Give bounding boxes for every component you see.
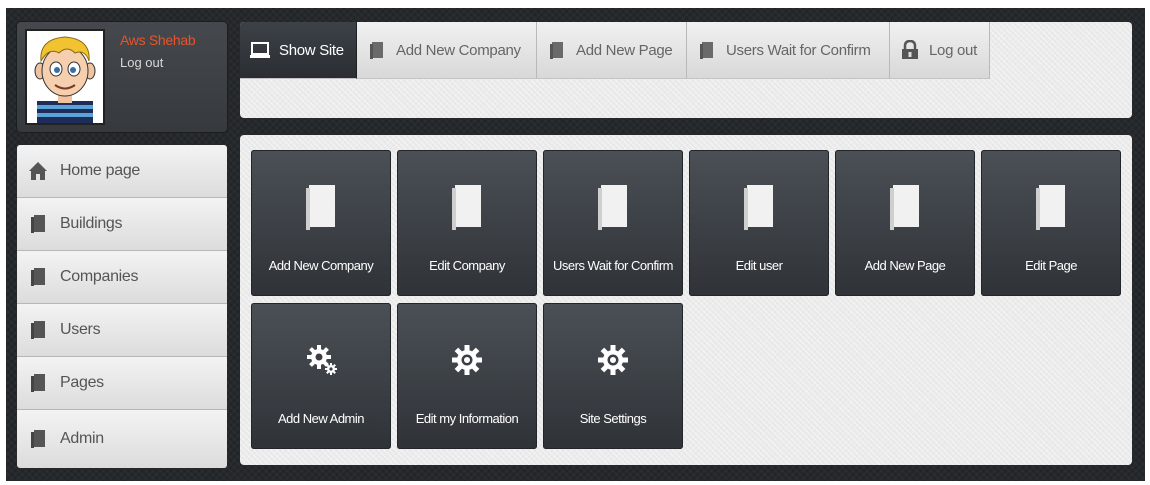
document-icon (890, 185, 919, 230)
document-icon (452, 185, 481, 230)
tab-log-out[interactable]: Log out (890, 22, 990, 79)
profile-logout-link[interactable]: Log out (120, 55, 163, 70)
document-icon (1036, 185, 1065, 230)
sidebar-item-companies[interactable]: Companies (17, 251, 227, 304)
tab-label: Add New Page (576, 41, 673, 59)
document-icon (31, 321, 45, 339)
tile-label: Edit user (735, 258, 783, 273)
document-icon (306, 185, 335, 230)
document-icon (370, 42, 383, 59)
sidebar-item-home-page[interactable]: Home page (17, 145, 227, 198)
user-name-link[interactable]: Aws Shehab (120, 32, 196, 48)
dashboard-panel: Add New Company Edit Company Users Wait … (240, 135, 1132, 465)
tile-users-wait-for-confirm[interactable]: Users Wait for Confirm (543, 150, 683, 296)
tile-edit-page[interactable]: Edit Page (981, 150, 1121, 296)
sidebar-item-buildings[interactable]: Buildings (17, 198, 227, 251)
tile-add-new-company[interactable]: Add New Company (251, 150, 391, 296)
sidebar-item-label: Users (60, 321, 101, 338)
tile-site-settings[interactable]: Site Settings (543, 303, 683, 449)
tile-label: Add New Page (864, 258, 946, 273)
lock-icon (902, 40, 918, 59)
document-icon (31, 430, 45, 448)
tile-edit-user[interactable]: Edit user (689, 150, 829, 296)
tile-label: Add New Company (268, 258, 374, 273)
tab-add-new-company[interactable]: Add New Company (357, 22, 537, 79)
sidebar-item-label: Pages (60, 374, 104, 391)
document-icon (700, 42, 713, 59)
gear-icon (452, 345, 482, 375)
sidebar-item-label: Buildings (60, 215, 123, 232)
gears-icon (307, 345, 337, 375)
sidebar-item-pages[interactable]: Pages (17, 357, 227, 410)
monitor-icon (250, 42, 270, 58)
home-icon (29, 162, 47, 180)
sidebar-item-label: Admin (60, 430, 104, 447)
sidebar-item-users[interactable]: Users (17, 304, 227, 357)
tab-users-wait-for-confirm[interactable]: Users Wait for Confirm (687, 22, 890, 79)
document-icon (31, 374, 45, 392)
user-profile-card: Aws Shehab Log out (17, 22, 227, 132)
tile-label: Users Wait for Confirm (553, 258, 673, 273)
avatar (25, 29, 105, 125)
tile-edit-company[interactable]: Edit Company (397, 150, 537, 296)
sidebar-item-admin[interactable]: Admin (17, 410, 227, 468)
tab-label: Add New Company (396, 41, 521, 59)
tile-label: Edit my Information (415, 411, 519, 426)
tile-label: Add New Admin (278, 411, 365, 426)
tab-label: Log out (929, 41, 977, 59)
document-icon (31, 268, 45, 286)
tile-add-new-admin[interactable]: Add New Admin (251, 303, 391, 449)
tab-add-new-page[interactable]: Add New Page (537, 22, 687, 79)
tab-label: Users Wait for Confirm (726, 41, 871, 59)
document-icon (744, 185, 773, 230)
top-nav-bar: Show Site Add New Company Add New Page U… (240, 22, 1132, 118)
document-icon (598, 185, 627, 230)
document-icon (31, 215, 45, 233)
gear-icon (598, 345, 628, 375)
tile-label: Edit Page (1025, 258, 1077, 273)
tile-label: Site Settings (579, 411, 647, 426)
tab-show-site[interactable]: Show Site (240, 22, 357, 79)
sidebar-item-label: Home page (60, 162, 141, 179)
tab-label: Show Site (279, 41, 344, 59)
document-icon (550, 42, 563, 59)
tile-edit-my-information[interactable]: Edit my Information (397, 303, 537, 449)
sidebar-menu: Home page Buildings Companies Users Page… (17, 145, 227, 468)
tile-add-new-page[interactable]: Add New Page (835, 150, 975, 296)
sidebar-item-label: Companies (60, 268, 139, 285)
tile-label: Edit Company (429, 258, 505, 273)
